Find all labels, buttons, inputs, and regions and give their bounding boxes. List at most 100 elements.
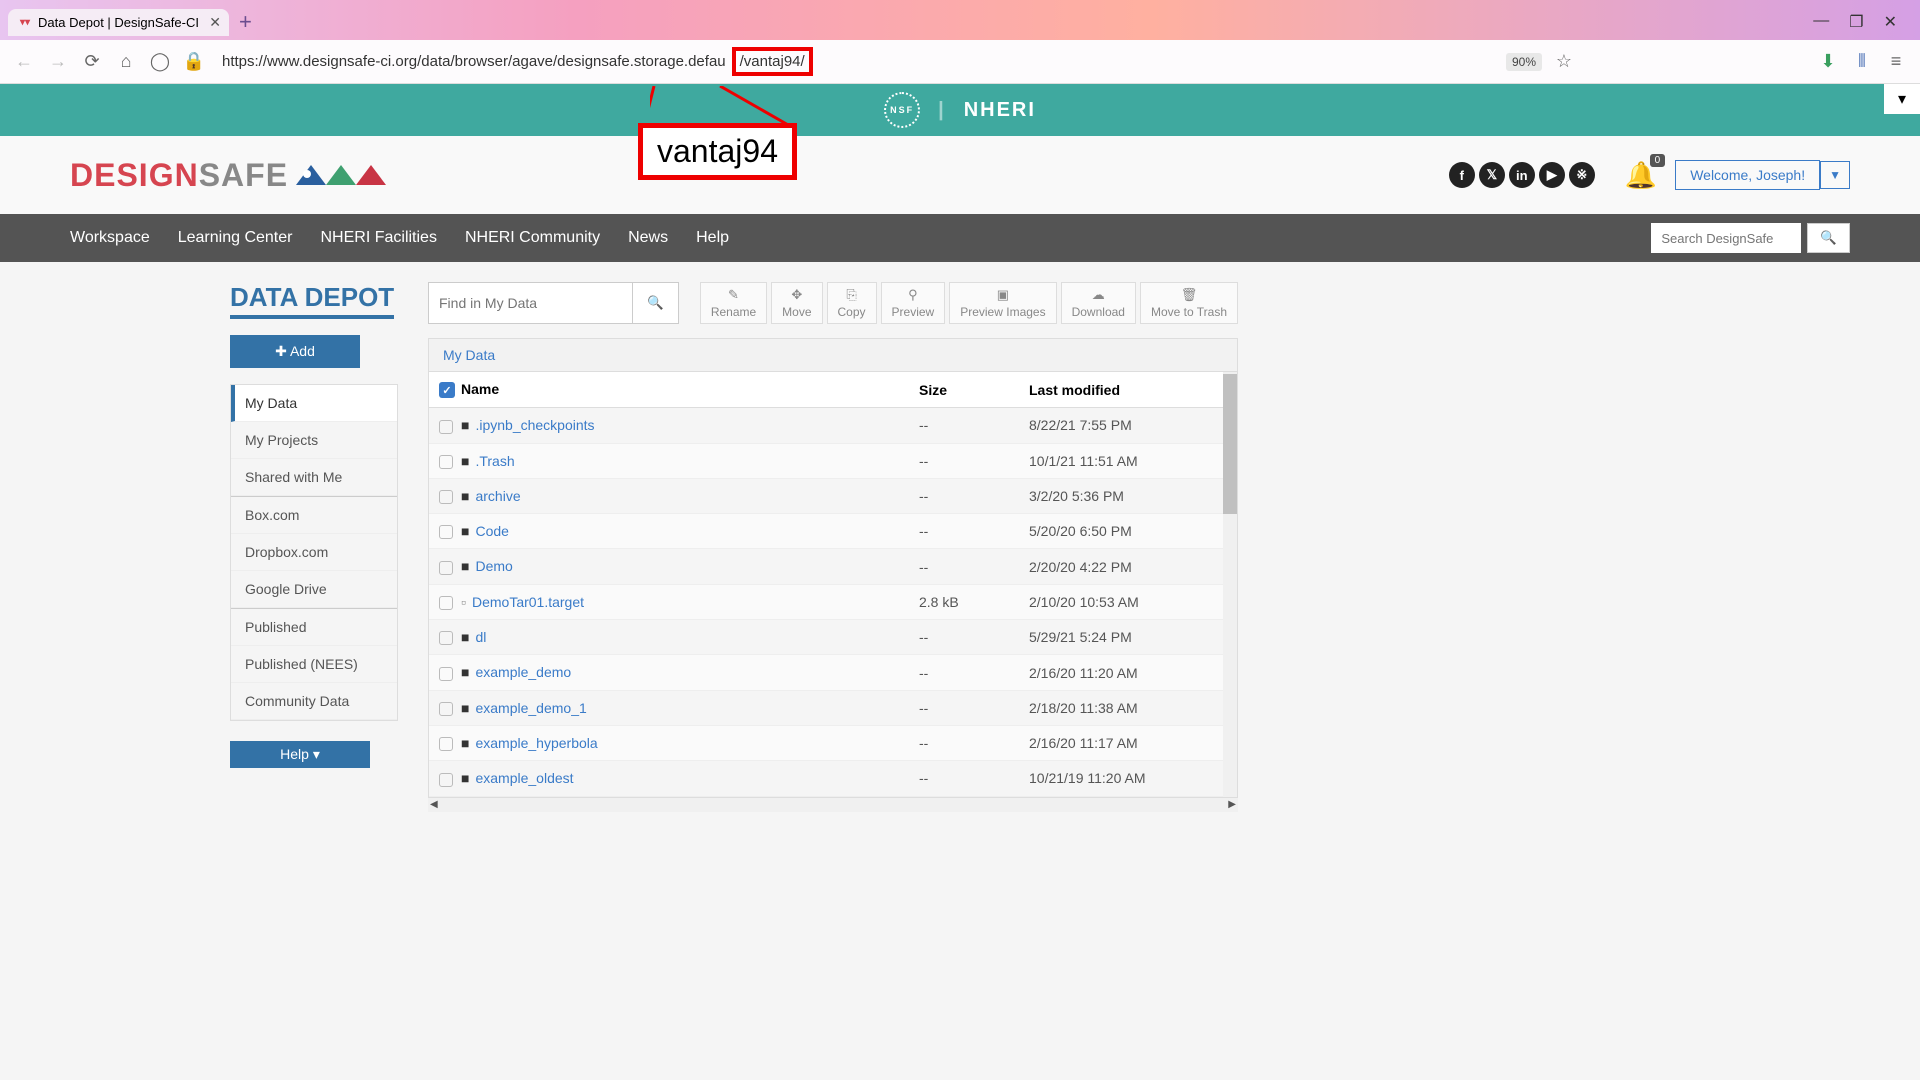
help-button[interactable]: Help ▾ [230, 741, 370, 768]
url-input[interactable]: https://www.designsafe-ci.org/data/brows… [216, 47, 1496, 76]
shield-icon[interactable]: ◯ [148, 51, 172, 72]
nav-item-learning-center[interactable]: Learning Center [178, 229, 293, 247]
nav-item-news[interactable]: News [628, 229, 668, 247]
sidebar-item-community-data[interactable]: Community Data [231, 683, 397, 720]
nav-item-help[interactable]: Help [696, 229, 729, 247]
preview-images-button[interactable]: ▣Preview Images [949, 282, 1056, 324]
table-row[interactable]: ■Code--5/20/20 6:50 PM [429, 514, 1237, 549]
nav-item-nheri-facilities[interactable]: NHERI Facilities [320, 229, 436, 247]
table-row[interactable]: ■example_hyperbola--2/16/20 11:17 AM [429, 725, 1237, 760]
minimize-icon[interactable]: — [1813, 12, 1829, 32]
table-row[interactable]: ▫DemoTar01.target2.8 kB2/10/20 10:53 AM [429, 584, 1237, 619]
table-row[interactable]: ■Demo--2/20/20 4:22 PM [429, 549, 1237, 584]
maximize-icon[interactable]: ❐ [1849, 12, 1863, 32]
file-name-link[interactable]: .Trash [475, 453, 514, 469]
row-checkbox[interactable] [439, 490, 453, 504]
table-row[interactable]: ■example_demo_1--2/18/20 11:38 AM [429, 690, 1237, 725]
row-checkbox[interactable] [439, 525, 453, 539]
designsafe-logo[interactable]: DESIGNSAFE [70, 157, 288, 194]
facebook-icon[interactable]: f [1449, 162, 1475, 188]
add-button[interactable]: ✚ Add [230, 335, 360, 368]
back-icon[interactable]: ← [12, 51, 36, 72]
find-input[interactable] [428, 282, 633, 324]
sidebar-item-published[interactable]: Published [231, 609, 397, 646]
sidebar-item-my-projects[interactable]: My Projects [231, 422, 397, 459]
file-name-link[interactable]: example_demo [475, 664, 571, 680]
find-button[interactable]: 🔍 [633, 282, 679, 324]
side-nav: My DataMy ProjectsShared with MeBox.comD… [230, 384, 398, 721]
download-button[interactable]: ☁Download [1061, 282, 1136, 324]
browser-chrome: ▾▾ Data Depot | DesignSafe-CI ✕ + — ❐ ✕ … [0, 0, 1920, 84]
column-header-name[interactable]: ✓Name [429, 372, 909, 408]
close-window-icon[interactable]: ✕ [1884, 12, 1897, 32]
file-name-link[interactable]: example_hyperbola [475, 735, 597, 751]
nav-item-nheri-community[interactable]: NHERI Community [465, 229, 600, 247]
table-row[interactable]: ■dl--5/29/21 5:24 PM [429, 620, 1237, 655]
user-dropdown-caret[interactable]: ▼ [1820, 161, 1850, 189]
row-checkbox[interactable] [439, 596, 453, 610]
browser-tab[interactable]: ▾▾ Data Depot | DesignSafe-CI ✕ [8, 9, 229, 36]
row-checkbox[interactable] [439, 737, 453, 751]
notification-bell-icon[interactable]: 🔔 0 [1625, 160, 1657, 191]
row-checkbox[interactable] [439, 667, 453, 681]
search-button[interactable]: 🔍 [1807, 223, 1850, 253]
table-row[interactable]: ■.Trash--10/1/21 11:51 AM [429, 443, 1237, 478]
table-row[interactable]: ■archive--3/2/20 5:36 PM [429, 478, 1237, 513]
breadcrumb[interactable]: My Data [428, 338, 1238, 372]
rename-button[interactable]: ✎Rename [700, 282, 767, 324]
table-row[interactable]: ■example_oldest--10/21/19 11:20 AM [429, 761, 1237, 796]
sidebar-item-my-data[interactable]: My Data [231, 385, 397, 422]
menu-icon[interactable]: ≡ [1884, 51, 1908, 72]
horizontal-scrollbar[interactable]: ◀▶ [428, 798, 1238, 812]
search-input[interactable] [1651, 223, 1801, 253]
zoom-badge[interactable]: 90% [1506, 53, 1542, 71]
vertical-scrollbar[interactable] [1223, 372, 1237, 797]
url-text: https://www.designsafe-ci.org/data/brows… [222, 53, 726, 70]
sidebar-item-google-drive[interactable]: Google Drive [231, 571, 397, 608]
sidebar-item-box-com[interactable]: Box.com [231, 497, 397, 534]
file-name-link[interactable]: example_oldest [475, 770, 573, 786]
close-icon[interactable]: ✕ [209, 14, 221, 31]
move-button[interactable]: ✥Move [771, 282, 822, 324]
slack-icon[interactable]: ※ [1569, 162, 1595, 188]
move-to-trash-button[interactable]: 🗑Move to Trash [1140, 282, 1238, 324]
file-name-link[interactable]: example_demo_1 [475, 700, 586, 716]
new-tab-button[interactable]: + [239, 9, 252, 35]
row-checkbox[interactable] [439, 420, 453, 434]
sidebar-item-shared-with-me[interactable]: Shared with Me [231, 459, 397, 496]
file-name-link[interactable]: Demo [475, 558, 512, 574]
sidebar-item-dropbox-com[interactable]: Dropbox.com [231, 534, 397, 571]
column-header-size[interactable]: Size [909, 372, 1019, 408]
file-name-link[interactable]: dl [475, 629, 486, 645]
nav-search: 🔍 [1651, 223, 1850, 253]
youtube-icon[interactable]: ▶ [1539, 162, 1565, 188]
file-modified: 2/10/20 10:53 AM [1019, 584, 1237, 619]
table-row[interactable]: ■example_demo--2/16/20 11:20 AM [429, 655, 1237, 690]
row-checkbox[interactable] [439, 631, 453, 645]
column-header-last-modified[interactable]: Last modified [1019, 372, 1237, 408]
row-checkbox[interactable] [439, 773, 453, 787]
select-all-checkbox[interactable]: ✓ [439, 382, 455, 398]
linkedin-icon[interactable]: in [1509, 162, 1535, 188]
copy-button[interactable]: ⎘Copy [827, 282, 877, 324]
row-checkbox[interactable] [439, 561, 453, 575]
home-icon[interactable]: ⌂ [114, 51, 138, 72]
file-name-link[interactable]: .ipynb_checkpoints [475, 417, 594, 433]
welcome-user-button[interactable]: Welcome, Joseph! [1675, 160, 1820, 190]
file-name-link[interactable]: Code [475, 523, 508, 539]
row-checkbox[interactable] [439, 455, 453, 469]
library-icon[interactable]: ⦀ [1850, 51, 1874, 72]
forward-icon[interactable]: → [46, 51, 70, 72]
twitter-icon[interactable]: 𝕏 [1479, 162, 1505, 188]
row-checkbox[interactable] [439, 702, 453, 716]
table-row[interactable]: ■.ipynb_checkpoints--8/22/21 7:55 PM [429, 408, 1237, 443]
bookmark-icon[interactable]: ☆ [1552, 51, 1576, 72]
sidebar-item-published-nees-[interactable]: Published (NEES) [231, 646, 397, 683]
file-name-link[interactable]: archive [475, 488, 520, 504]
nheri-dropdown[interactable]: ▾ [1884, 84, 1920, 114]
file-name-link[interactable]: DemoTar01.target [472, 594, 584, 610]
preview-button[interactable]: ⚲Preview [881, 282, 946, 324]
reload-icon[interactable]: ⟳ [80, 51, 104, 72]
download-icon[interactable]: ⬇ [1816, 51, 1840, 72]
nav-item-workspace[interactable]: Workspace [70, 229, 150, 247]
